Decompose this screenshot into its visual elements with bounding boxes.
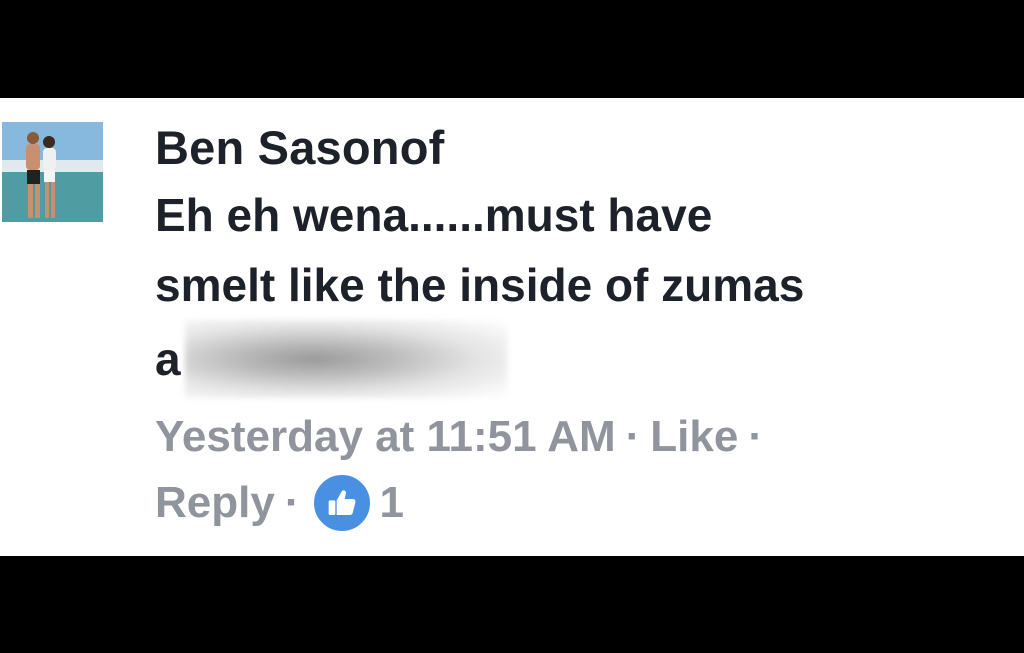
thumbs-up-glyph	[329, 490, 356, 515]
redacted-visible-char: a	[155, 333, 181, 385]
avatar[interactable]	[2, 122, 103, 222]
like-link[interactable]: Like	[650, 412, 738, 461]
timestamp-link[interactable]: Yesterday at 11:51 AM	[155, 412, 616, 461]
avatar-photo	[2, 122, 103, 222]
comment-text: Eh eh wena......must have smelt like the…	[155, 189, 805, 311]
thumbs-up-icon[interactable]	[311, 472, 374, 534]
like-count[interactable]: 1	[379, 470, 403, 536]
comment-meta-row: Yesterday at 11:51 AM · Like ·	[155, 404, 1015, 470]
reply-link[interactable]: Reply	[155, 470, 275, 536]
redaction-blur	[184, 320, 507, 398]
meta-separator: ·	[625, 412, 641, 461]
redacted-line: a	[155, 320, 1015, 398]
author-name[interactable]: Ben Sasonof	[155, 120, 1015, 176]
meta-separator: ·	[748, 412, 763, 461]
meta-separator: ·	[284, 478, 300, 527]
screenshot-frame: Ben Sasonof Eh eh wena......must have sm…	[0, 0, 1024, 653]
comment-card: Ben Sasonof Eh eh wena......must have sm…	[0, 98, 1024, 556]
comment-body: Ben Sasonof Eh eh wena......must have sm…	[155, 120, 1015, 536]
reply-row: Reply · 1	[155, 470, 1015, 536]
